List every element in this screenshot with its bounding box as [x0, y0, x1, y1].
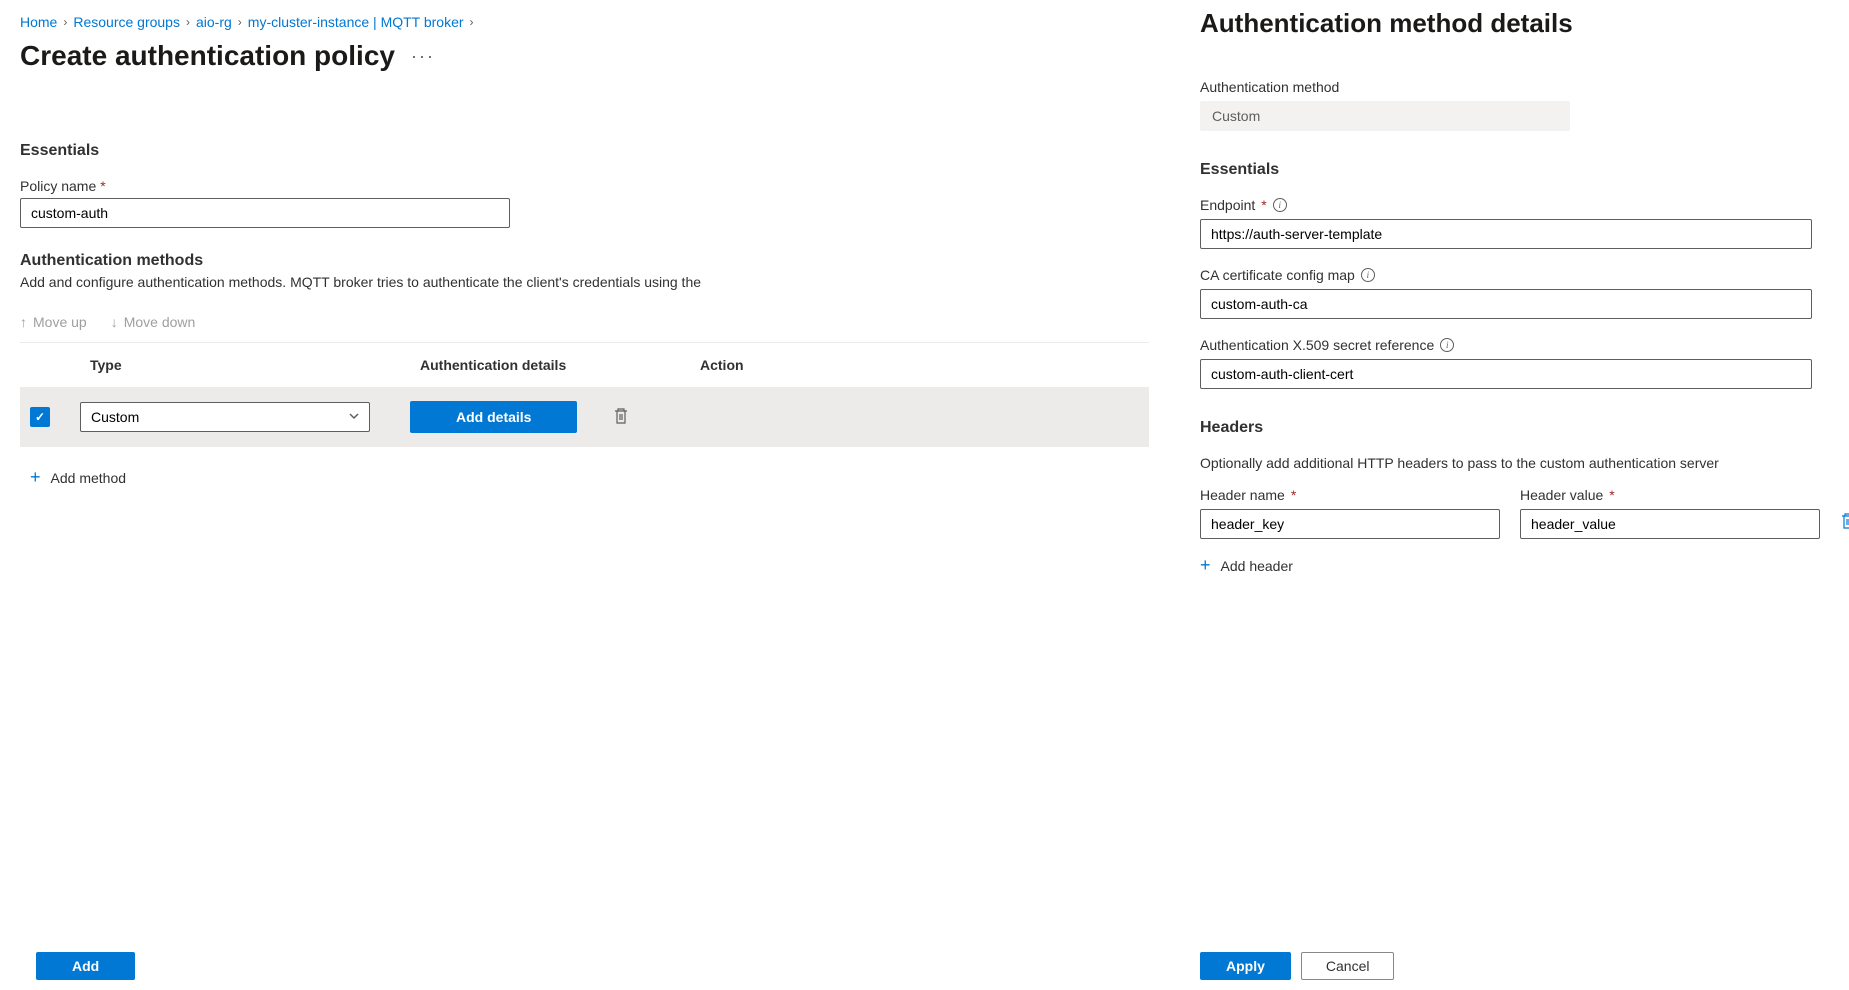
add-button[interactable]: Add	[36, 952, 135, 980]
col-auth: Authentication details	[420, 357, 700, 373]
move-up-button[interactable]: ↑ Move up	[20, 314, 87, 330]
more-icon[interactable]: ···	[411, 46, 435, 67]
table-header: Type Authentication details Action	[20, 343, 1149, 387]
endpoint-label: Endpoint* i	[1200, 197, 1819, 213]
info-icon[interactable]: i	[1361, 268, 1375, 282]
apply-button[interactable]: Apply	[1200, 952, 1291, 980]
table-row: ✓ Add details	[20, 387, 1149, 447]
move-down-button[interactable]: ↓ Move down	[111, 314, 196, 330]
header-value-label: Header value*	[1520, 487, 1820, 503]
trash-icon[interactable]	[613, 407, 629, 428]
cancel-button[interactable]: Cancel	[1301, 952, 1395, 980]
plus-icon: +	[30, 467, 41, 488]
breadcrumb-resource-groups[interactable]: Resource groups	[73, 14, 180, 30]
endpoint-input[interactable]	[1200, 219, 1812, 249]
row-checkbox[interactable]: ✓	[30, 407, 50, 427]
check-icon: ✓	[35, 410, 45, 424]
add-details-button[interactable]: Add details	[410, 401, 577, 433]
chevron-icon: ›	[186, 15, 190, 29]
trash-icon[interactable]	[1840, 512, 1849, 533]
add-header-button[interactable]: + Add header	[1200, 555, 1819, 576]
arrow-down-icon: ↓	[111, 314, 118, 330]
chevron-icon: ›	[63, 15, 67, 29]
panel-title: Authentication method details	[1200, 8, 1819, 39]
plus-icon: +	[1200, 555, 1211, 576]
header-name-label: Header name*	[1200, 487, 1500, 503]
x509-input[interactable]	[1200, 359, 1812, 389]
breadcrumb-aio-rg[interactable]: aio-rg	[196, 14, 232, 30]
policy-name-label: Policy name*	[20, 178, 1149, 194]
headers-description: Optionally add additional HTTP headers t…	[1200, 455, 1819, 471]
arrow-up-icon: ↑	[20, 314, 27, 330]
col-type: Type	[90, 357, 420, 373]
info-icon[interactable]: i	[1440, 338, 1454, 352]
auth-methods-description: Add and configure authentication methods…	[20, 274, 1149, 290]
breadcrumb: Home › Resource groups › aio-rg › my-clu…	[20, 14, 1149, 30]
chevron-icon: ›	[238, 15, 242, 29]
auth-method-field: Custom	[1200, 101, 1570, 131]
page-title: Create authentication policy	[20, 40, 395, 72]
header-name-input[interactable]	[1200, 509, 1500, 539]
auth-methods-heading: Authentication methods	[20, 252, 1149, 270]
ca-label: CA certificate config map i	[1200, 267, 1819, 283]
breadcrumb-home[interactable]: Home	[20, 14, 57, 30]
essentials-heading: Essentials	[20, 142, 1149, 160]
breadcrumb-cluster[interactable]: my-cluster-instance | MQTT broker	[248, 14, 464, 30]
add-method-button[interactable]: + Add method	[30, 467, 1149, 488]
header-value-input[interactable]	[1520, 509, 1820, 539]
auth-method-label: Authentication method	[1200, 79, 1819, 95]
headers-heading: Headers	[1200, 419, 1819, 437]
panel-essentials-heading: Essentials	[1200, 161, 1819, 179]
ca-input[interactable]	[1200, 289, 1812, 319]
col-action: Action	[700, 357, 780, 373]
type-select[interactable]	[80, 402, 370, 432]
chevron-icon: ›	[470, 15, 474, 29]
policy-name-input[interactable]	[20, 198, 510, 228]
x509-label: Authentication X.509 secret reference i	[1200, 337, 1819, 353]
info-icon[interactable]: i	[1273, 198, 1287, 212]
